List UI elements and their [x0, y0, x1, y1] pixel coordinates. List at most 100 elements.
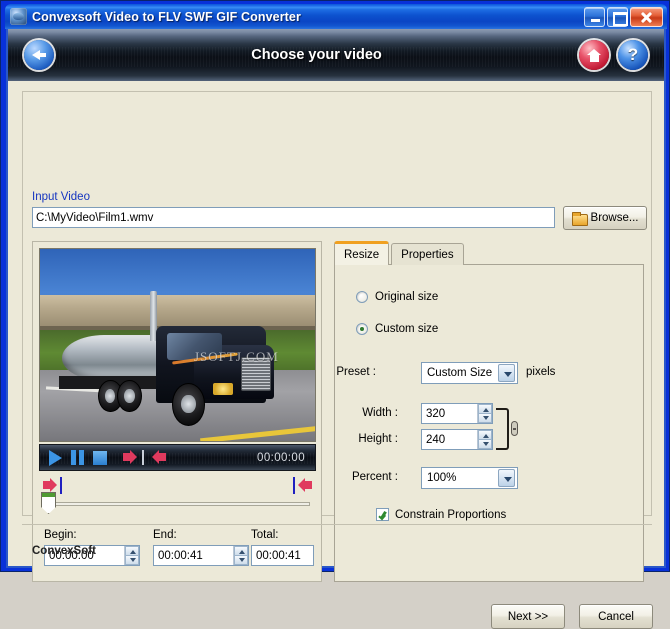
radio-custom-size[interactable]: Custom size — [356, 323, 438, 335]
width-value: 320 — [426, 407, 446, 420]
end-time-field[interactable]: 00:00:41 — [153, 545, 249, 566]
pixels-label: pixels — [526, 366, 556, 378]
preview-wheel-hub — [104, 388, 116, 403]
tab-bar: Resize Properties — [334, 241, 464, 265]
radio-original-size-indicator[interactable] — [356, 291, 368, 303]
browse-button-label: Browse... — [590, 212, 639, 224]
constrain-proportions-label: Constrain Proportions — [395, 508, 507, 521]
brand-label: ConvexSoft — [32, 545, 96, 557]
help-icon[interactable]: ? — [618, 40, 648, 70]
input-video-field[interactable] — [32, 207, 555, 228]
close-icon — [631, 8, 662, 26]
height-field[interactable]: 240 — [421, 429, 493, 450]
next-button[interactable]: Next >> — [491, 604, 565, 629]
end-time-stepper[interactable] — [233, 546, 248, 565]
constrain-proportions-checkbox[interactable]: Constrain Proportions — [376, 508, 506, 521]
tab-properties[interactable]: Properties — [391, 243, 464, 265]
banner-title: Choose your video — [251, 47, 382, 63]
trim-slider-row — [39, 476, 316, 514]
radio-original-size-label: Original size — [375, 291, 439, 303]
browse-button[interactable]: Browse... — [563, 206, 647, 230]
height-value: 240 — [426, 433, 446, 446]
preview-wheel-hub — [181, 394, 196, 414]
height-label: Height : — [358, 433, 398, 445]
back-arrow-icon[interactable] — [24, 40, 54, 70]
chevron-down-icon[interactable] — [498, 364, 515, 382]
tab-resize[interactable]: Resize — [334, 241, 390, 265]
application-window: Convexsoft Video to FLV SWF GIF Converte… — [0, 0, 670, 629]
stepper-down-icon[interactable] — [478, 439, 492, 449]
toolbar-separator — [142, 450, 144, 465]
window-controls — [584, 6, 667, 27]
radio-custom-size-label: Custom size — [375, 323, 439, 335]
percent-label: Percent : — [351, 471, 398, 483]
chain-link-icon — [511, 421, 518, 436]
begin-label: Begin: — [44, 529, 77, 541]
home-icon[interactable] — [579, 40, 609, 70]
client-area: Input Video Browse... — [6, 81, 666, 629]
window-title: Convexsoft Video to FLV SWF GIF Converte… — [32, 9, 301, 24]
stepper-up-icon[interactable] — [234, 546, 248, 555]
preview-wheel-hub — [124, 388, 135, 403]
preset-value: Custom Size — [427, 367, 493, 379]
percent-combobox[interactable]: 100% — [421, 467, 518, 489]
percent-value: 100% — [427, 472, 457, 484]
play-icon[interactable] — [49, 449, 62, 466]
stepper-down-icon[interactable] — [125, 555, 139, 565]
cancel-button[interactable]: Cancel — [579, 604, 653, 629]
trim-out-marker-icon[interactable] — [295, 478, 312, 493]
preset-label: Preset : — [336, 366, 376, 378]
end-time-value: 00:00:41 — [158, 549, 203, 562]
width-label: Width : — [362, 407, 398, 419]
begin-time-stepper[interactable] — [124, 546, 139, 565]
end-label: End: — [153, 529, 177, 541]
footer-divider — [22, 524, 652, 525]
preview-truck-grille — [240, 356, 271, 392]
trim-out-bar — [293, 477, 295, 494]
chevron-down-icon[interactable] — [498, 469, 515, 487]
trim-in-marker-icon[interactable] — [43, 478, 60, 493]
width-stepper[interactable] — [477, 404, 492, 423]
preview-wheel — [172, 383, 205, 426]
link-bracket — [496, 408, 509, 450]
total-time-field: 00:00:41 — [251, 545, 314, 566]
radio-original-size[interactable]: Original size — [356, 291, 438, 303]
preview-headlight — [213, 383, 233, 395]
playback-time: 00:00:00 — [257, 451, 305, 464]
mark-in-icon[interactable] — [123, 450, 140, 465]
preview-wheel — [117, 379, 142, 413]
stepper-up-icon[interactable] — [478, 430, 492, 439]
video-preview-group: JSOFTJ.COM 00:00:00 Begin: 00:00:00 End:… — [32, 241, 322, 582]
preset-combobox[interactable]: Custom Size — [421, 362, 518, 384]
position-slider-track[interactable] — [54, 502, 310, 506]
input-video-label: Input Video — [32, 191, 90, 203]
stepper-down-icon[interactable] — [478, 413, 492, 423]
app-globe-icon — [10, 8, 27, 25]
stepper-down-icon[interactable] — [234, 555, 248, 565]
playback-toolbar: 00:00:00 — [39, 444, 316, 471]
minimize-icon — [585, 8, 604, 26]
height-stepper[interactable] — [477, 430, 492, 449]
preview-overpass — [40, 295, 315, 326]
constrain-proportions-indicator[interactable] — [376, 508, 389, 521]
maximize-button[interactable] — [607, 6, 628, 27]
folder-open-icon — [571, 211, 588, 226]
minimize-button[interactable] — [584, 6, 605, 27]
stepper-up-icon[interactable] — [125, 546, 139, 555]
title-bar: Convexsoft Video to FLV SWF GIF Converte… — [5, 4, 667, 29]
house-glyph — [587, 48, 601, 62]
video-preview[interactable]: JSOFTJ.COM — [39, 248, 316, 442]
position-slider-thumb[interactable] — [41, 492, 56, 514]
stepper-up-icon[interactable] — [478, 404, 492, 413]
close-button[interactable] — [630, 6, 663, 27]
stop-icon[interactable] — [93, 450, 107, 465]
total-label: Total: — [251, 529, 279, 541]
maximize-icon — [608, 8, 628, 26]
width-field[interactable]: 320 — [421, 403, 493, 424]
total-time-value: 00:00:41 — [256, 549, 301, 562]
pause-icon[interactable] — [71, 450, 84, 465]
trim-in-bar — [60, 477, 62, 494]
radio-custom-size-indicator[interactable] — [356, 323, 368, 335]
wizard-banner: Choose your video ? — [6, 29, 666, 81]
mark-out-icon[interactable] — [149, 450, 166, 465]
